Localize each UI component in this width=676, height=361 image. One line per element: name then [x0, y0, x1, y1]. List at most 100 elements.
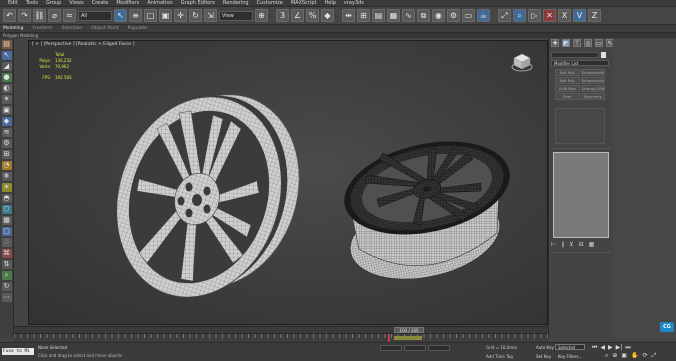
modifier-button[interactable]: UVW Map — [555, 85, 580, 92]
menu-item-animation[interactable]: Animation — [147, 0, 173, 6]
rendered-frame-icon[interactable]: ▭ — [462, 9, 475, 22]
curve-editor-icon[interactable]: ∿ — [402, 9, 415, 22]
pan-icon[interactable]: ✋ — [631, 352, 638, 360]
modifier-button[interactable]: Symmetry — [580, 93, 605, 100]
vray-icon[interactable]: V — [573, 9, 586, 22]
particle-icon[interactable]: ∴ — [1, 238, 12, 247]
modifier-button[interactable]: Turbosmooth — [580, 77, 605, 84]
menu-item-group[interactable]: Group — [46, 0, 61, 6]
menu-item-vray3ds[interactable]: vray3ds — [344, 0, 364, 6]
zoom-extents-icon[interactable]: ▣ — [621, 352, 627, 360]
move-icon[interactable]: ✛ — [174, 9, 187, 22]
modifier-button[interactable]: Edit Poly — [555, 69, 580, 76]
undo-icon[interactable]: ↶ — [3, 9, 16, 22]
select-icon[interactable]: ↖ — [1, 51, 12, 60]
hidden-icon[interactable]: ◓ — [1, 194, 12, 203]
menu-item-create[interactable]: Create — [92, 0, 109, 6]
x-coordinate-field[interactable] — [380, 345, 402, 351]
menu-item-edit[interactable]: Edit — [8, 0, 18, 6]
scale-icon[interactable]: ⇲ — [204, 9, 217, 22]
align-icon[interactable]: ⊞ — [357, 9, 370, 22]
modifier-list-dropdown[interactable]: Modifier List — [551, 60, 609, 66]
snap-icon[interactable]: 3 — [276, 9, 289, 22]
ribbon-tab-populate[interactable]: Populate — [128, 26, 148, 31]
render-setup-icon[interactable]: ⚙ — [447, 9, 460, 22]
close-icon[interactable]: ✕ — [543, 9, 556, 22]
filter-icon[interactable]: ◢ — [1, 62, 12, 71]
orbit-icon[interactable]: ⟳ — [643, 352, 648, 360]
menu-item-modifiers[interactable]: Modifiers — [116, 0, 139, 6]
z-coordinate-field[interactable] — [428, 345, 450, 351]
groups-icon[interactable]: ⊞ — [1, 150, 12, 159]
display-icon[interactable]: ▭ — [595, 39, 603, 47]
create-icon[interactable]: ✚ — [551, 39, 559, 47]
object-color-swatch[interactable] — [601, 52, 606, 58]
ribbon-tab-object-paint[interactable]: Object Paint — [91, 26, 118, 31]
redo-icon[interactable]: ↷ — [18, 9, 31, 22]
viewcube-icon[interactable] — [511, 51, 533, 73]
axis-icon[interactable]: Z — [588, 9, 601, 22]
sync-icon[interactable]: ↻ — [1, 282, 12, 291]
maximize-viewport-icon[interactable]: ⤢ — [652, 352, 657, 360]
menu-item-tools[interactable]: Tools — [26, 0, 38, 6]
modifier-button[interactable]: Shell — [555, 93, 580, 100]
zoom-all-icon[interactable]: ⊕ — [612, 352, 617, 360]
y-coordinate-field[interactable] — [404, 345, 426, 351]
zoom-icon[interactable]: ⌕ — [605, 352, 608, 360]
frozen-icon[interactable]: ❄ — [1, 172, 12, 181]
maxscript-listener[interactable]: Fuse to Mi — [2, 348, 34, 355]
menu-item-help[interactable]: Help — [325, 0, 336, 6]
bone-chain-icon[interactable]: ⌘ — [1, 249, 12, 258]
menu-item-maxscript[interactable]: MAXScript — [291, 0, 317, 6]
mirror-icon[interactable]: ⇹ — [342, 9, 355, 22]
motion-icon[interactable]: ◎ — [584, 39, 592, 47]
bind-icon[interactable]: ≈ — [63, 9, 76, 22]
auto-key-button[interactable]: Auto Key — [536, 345, 554, 350]
set-key-button[interactable]: Set Key — [536, 354, 551, 359]
selection-filter-dropdown[interactable]: All — [78, 10, 112, 21]
modifier-button[interactable]: Unwrap UVW — [580, 85, 605, 92]
schematic-icon[interactable]: ⧉ — [417, 9, 430, 22]
layer-icon[interactable]: ▤ — [372, 9, 385, 22]
material-editor-icon[interactable]: ◉ — [432, 9, 445, 22]
shapes-icon[interactable]: ◐ — [1, 84, 12, 93]
add-time-tag-button[interactable]: Add Time Tag — [486, 354, 513, 359]
hierarchy-icon[interactable]: ⊤ — [573, 39, 581, 47]
find-icon[interactable]: ⌕ — [1, 271, 12, 280]
angle-snap-icon[interactable]: ∠ — [291, 9, 304, 22]
geometry-icon[interactable]: ● — [1, 73, 12, 82]
viewport-label[interactable]: [ + ] [Perspective ] [Realistic + Edged … — [32, 42, 135, 47]
xref-icon[interactable]: ⬡ — [1, 205, 12, 214]
configure-sets-icon[interactable]: ▦ — [589, 241, 595, 248]
menu-item-rendering[interactable]: Rendering — [223, 0, 249, 6]
window-crossing-icon[interactable]: ▣ — [159, 9, 172, 22]
scene-explorer-icon[interactable]: ▤ — [1, 40, 12, 49]
make-unique-icon[interactable]: ⊻ — [569, 241, 573, 248]
key-mode-dropdown[interactable]: Selected — [555, 344, 585, 350]
track-bar[interactable] — [14, 333, 548, 343]
lights-icon[interactable]: ✶ — [1, 95, 12, 104]
rotate-icon[interactable]: ↻ — [189, 9, 202, 22]
ribbon-tab-freeform[interactable]: Freeform — [32, 26, 52, 31]
key-filters-button[interactable]: Key Filters... — [558, 354, 582, 359]
modifier-button[interactable]: Edit Poly — [555, 77, 580, 84]
unlink-icon[interactable]: ⌀ — [48, 9, 61, 22]
select-by-name-icon[interactable]: ≡ — [129, 9, 142, 22]
percent-snap-icon[interactable]: % — [306, 9, 319, 22]
time-slider[interactable]: 100 / 100 — [14, 326, 548, 333]
rect-select-icon[interactable]: □ — [144, 9, 157, 22]
systems-icon[interactable]: ⚙ — [1, 139, 12, 148]
ribbon-tab-selection[interactable]: Selection — [62, 26, 83, 31]
select-icon[interactable]: ↖ — [114, 9, 127, 22]
go-to-end-icon[interactable]: ⏭ — [625, 344, 630, 352]
more-icon[interactable]: ⋯ — [1, 293, 12, 302]
link-icon[interactable]: ⛓ — [33, 9, 46, 22]
view-dropdown[interactable]: View — [219, 10, 253, 21]
light-bulb-icon[interactable]: ☀ — [1, 183, 12, 192]
modify-icon[interactable]: ◩ — [562, 39, 570, 47]
maximize-icon[interactable]: ⤢ — [498, 9, 511, 22]
layer-manager-icon[interactable]: ▦ — [1, 216, 12, 225]
ribbon-toggle-icon[interactable]: ▦ — [387, 9, 400, 22]
spacewarps-icon[interactable]: ≋ — [1, 128, 12, 137]
ribbon-tab-modeling[interactable]: Modeling — [3, 26, 23, 31]
